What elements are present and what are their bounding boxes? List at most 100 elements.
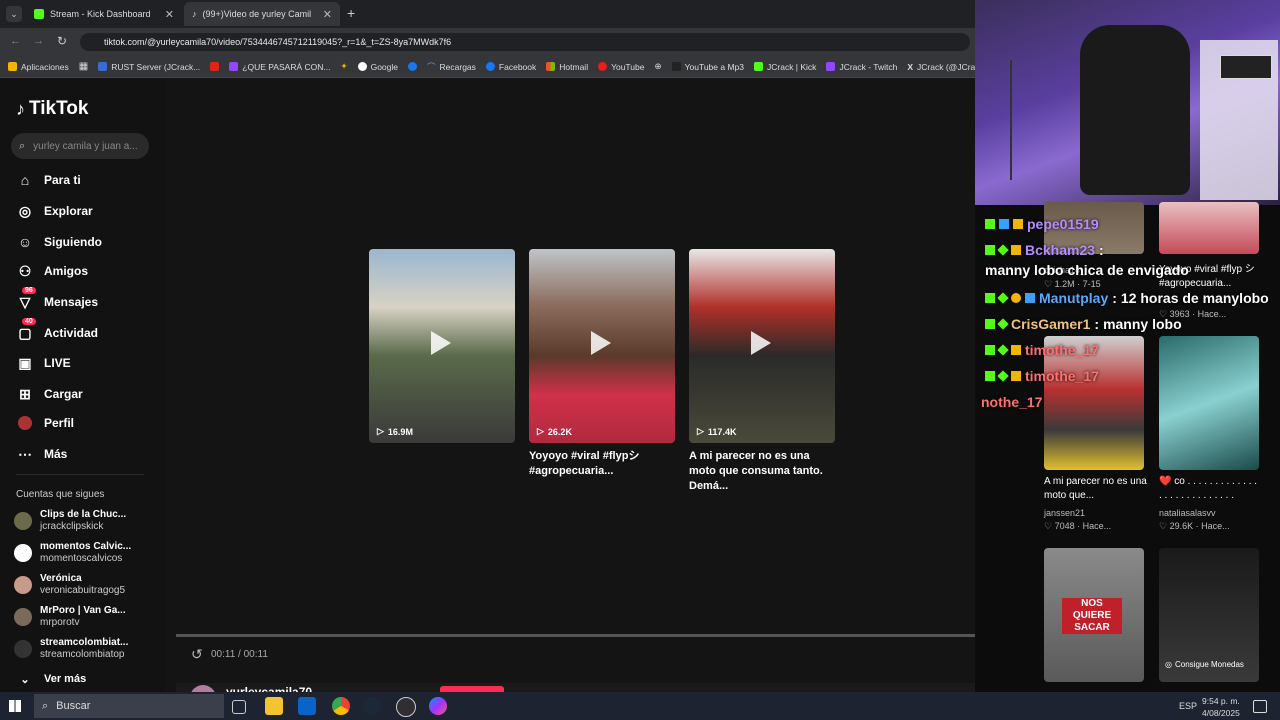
upload-icon: ⊞	[19, 385, 31, 402]
play-icon	[751, 331, 771, 355]
following-icon: ☺	[17, 234, 33, 250]
following-item[interactable]: streamcolombiat... streamcolombiatop	[14, 635, 128, 663]
nav-amigos[interactable]: ⚇ Amigos	[16, 260, 88, 282]
star-icon: ✦	[340, 61, 348, 71]
bookmark-grid[interactable]: ▦	[79, 61, 88, 72]
new-tab-button[interactable]: +	[347, 5, 355, 21]
nav-siguiendo[interactable]: ☺ Siguiendo	[16, 231, 102, 253]
tiktok-tab-icon: ♪	[192, 9, 197, 19]
bookmark-youtube[interactable]: YouTube	[598, 62, 644, 72]
bookmark-hotmail[interactable]: Hotmail	[546, 62, 588, 72]
bookmark-rust[interactable]: RUST Server (JCrack...	[98, 62, 200, 72]
bookmark-jcrack-twitch[interactable]: JCrack - Twitch	[826, 62, 897, 72]
taskbar-search[interactable]: ⌕ Buscar	[34, 694, 224, 718]
tiktok-logo[interactable]: ♪ TikTok	[16, 98, 88, 120]
bookmark-jcrack-kick[interactable]: JCrack | Kick	[754, 62, 816, 72]
clock[interactable]: 9:54 p. m. 4/08/2025	[1202, 695, 1240, 719]
outlook-icon[interactable]	[298, 697, 316, 715]
globe-icon: ⊕	[654, 61, 662, 71]
kick-badge-icon	[985, 293, 995, 303]
tab-kick-dashboard[interactable]: Stream - Kick Dashboard ✕	[26, 2, 182, 26]
task-view-icon[interactable]	[232, 700, 246, 714]
suggested-video-card[interactable]	[1159, 336, 1259, 470]
nav-mas[interactable]: ⋯ Más	[16, 443, 67, 465]
back-icon[interactable]: ←	[10, 35, 21, 47]
language-indicator[interactable]: ESP	[1179, 701, 1197, 711]
tiktok-sidebar: ♪ TikTok ⌕ yurley camila y juan a... ⌂ Pa…	[0, 78, 165, 692]
nav-actividad[interactable]: ▢ 40 Actividad	[16, 318, 98, 344]
file-explorer-icon[interactable]	[265, 697, 283, 715]
close-tab-icon[interactable]: ✕	[165, 8, 174, 21]
bookmark-star[interactable]: ✦	[340, 61, 347, 72]
nav-perfil[interactable]: Perfil	[16, 412, 74, 434]
following-header: Cuentas que sigues	[16, 489, 105, 500]
following-item[interactable]: momentos Calvic... momentoscalvicos	[14, 539, 131, 567]
bookmark-apps[interactable]: Aplicaciones	[8, 62, 69, 72]
suggested-videos-panel: chicha14_ ♡ 1.2M · 7-15 Yoyoyo #viral #f…	[975, 202, 1280, 692]
webcam-overlay	[975, 0, 1280, 205]
chat-message: timothe_17	[985, 342, 1099, 358]
related-video-card[interactable]: ▷ 117.4K	[689, 249, 835, 443]
activity-icon: ▢ 40	[16, 318, 36, 342]
following-item[interactable]: MrPoro | Van Ga... mrporotv	[14, 603, 126, 631]
chat-message: timothe_17	[985, 368, 1099, 384]
steam-icon[interactable]	[363, 697, 381, 715]
progress-bar[interactable]	[176, 634, 1028, 637]
windows-start-icon[interactable]	[9, 700, 21, 712]
reload-icon[interactable]: ↻	[57, 34, 67, 48]
bookmark-facebook-icon[interactable]	[408, 62, 418, 71]
video-title[interactable]: Yoyoyo #viral #flypシ #agropecuaria...	[529, 449, 679, 479]
nav-cargar[interactable]: ⊞ Cargar	[16, 383, 83, 405]
related-video-card[interactable]: ▷ 16.9M	[369, 249, 515, 443]
chrome-icon[interactable]	[332, 697, 350, 715]
author-avatar[interactable]	[190, 685, 216, 692]
kick-badge-icon	[985, 371, 995, 381]
suggested-video-card[interactable]: ◎ Consigue Monedas	[1159, 548, 1259, 682]
bookmark-google[interactable]: Google	[357, 62, 398, 72]
avatar	[14, 512, 32, 530]
nav-live[interactable]: ▣ LIVE	[16, 352, 70, 374]
obs-icon[interactable]	[396, 697, 416, 717]
messenger-icon[interactable]	[429, 697, 447, 715]
bookmarks-bar: Aplicaciones ▦ RUST Server (JCrack... ¿Q…	[0, 56, 975, 78]
video-title[interactable]: A mi parecer no es una moto que consuma …	[689, 449, 839, 494]
coins-button[interactable]: ◎ Consigue Monedas	[1165, 660, 1244, 669]
grid-icon: ▦	[78, 61, 89, 72]
bookmark-facebook[interactable]: Facebook	[485, 62, 536, 72]
mp3-icon	[671, 62, 681, 71]
author-row: yurleycamila70	[176, 683, 1028, 692]
chat-message: nothe_17	[981, 394, 1043, 410]
following-item[interactable]: Verónica veronicabuitragog5	[14, 571, 125, 599]
tab-bar: ⌄ Stream - Kick Dashboard ✕ ♪ (99+)Video…	[0, 0, 975, 28]
side-card-title[interactable]: ❤️ co . . . . . . . . . . . . . . . . . …	[1159, 475, 1259, 503]
close-tab-icon[interactable]: ✕	[323, 8, 332, 21]
nav-explorar[interactable]: ◎ Explorar	[16, 200, 93, 222]
search-icon: ⌕	[19, 139, 26, 152]
author-name[interactable]: yurleycamila70	[226, 685, 312, 692]
kick-icon	[754, 62, 763, 71]
replay-icon[interactable]: ↺	[191, 646, 203, 663]
bookmark-youtube-mp3[interactable]: YouTube a Mp3	[671, 62, 744, 72]
side-card-title[interactable]: A mi parecer no es una moto que...	[1044, 475, 1154, 503]
nav-mensajes[interactable]: ▽ 96 Mensajes	[16, 287, 98, 313]
tab-tiktok-video[interactable]: ♪ (99+)Video de yurley Camila la ✕	[184, 2, 340, 26]
nav-para-ti[interactable]: ⌂ Para ti	[16, 169, 81, 191]
address-bar[interactable]: tiktok.com/@yurleycamila70/video/7534446…	[80, 33, 970, 51]
bookmark-globe[interactable]: ⊕	[654, 61, 661, 72]
search-input[interactable]: ⌕ yurley camila y juan a...	[11, 133, 149, 159]
forward-icon[interactable]: →	[33, 35, 44, 47]
suggested-video-card[interactable]: NOS QUIERE SACAR	[1044, 548, 1144, 682]
related-video-card[interactable]: ▷ 26.2K	[529, 249, 675, 443]
following-item[interactable]: Clips de la Chuc... jcrackclipskick	[14, 507, 126, 535]
bookmark-que-pasara[interactable]: ¿QUE PASARÁ CON...	[229, 62, 330, 72]
bookmark-youtube-red[interactable]	[210, 62, 220, 71]
notifications-icon[interactable]	[1253, 700, 1267, 713]
tab-search-button[interactable]: ⌄	[6, 6, 22, 22]
bookmark-recargas[interactable]: ⌒ Recargas	[427, 61, 476, 73]
following-divider	[16, 474, 144, 475]
crown-badge-icon	[1013, 219, 1023, 229]
see-more-button[interactable]: ⌄ Ver más	[16, 668, 86, 690]
crown-badge-icon	[1011, 345, 1021, 355]
chat-message: CrisGamer1: manny lobo	[985, 316, 1182, 332]
bookmark-jcrack-x[interactable]: X JCrack (@JCrac	[907, 62, 975, 72]
